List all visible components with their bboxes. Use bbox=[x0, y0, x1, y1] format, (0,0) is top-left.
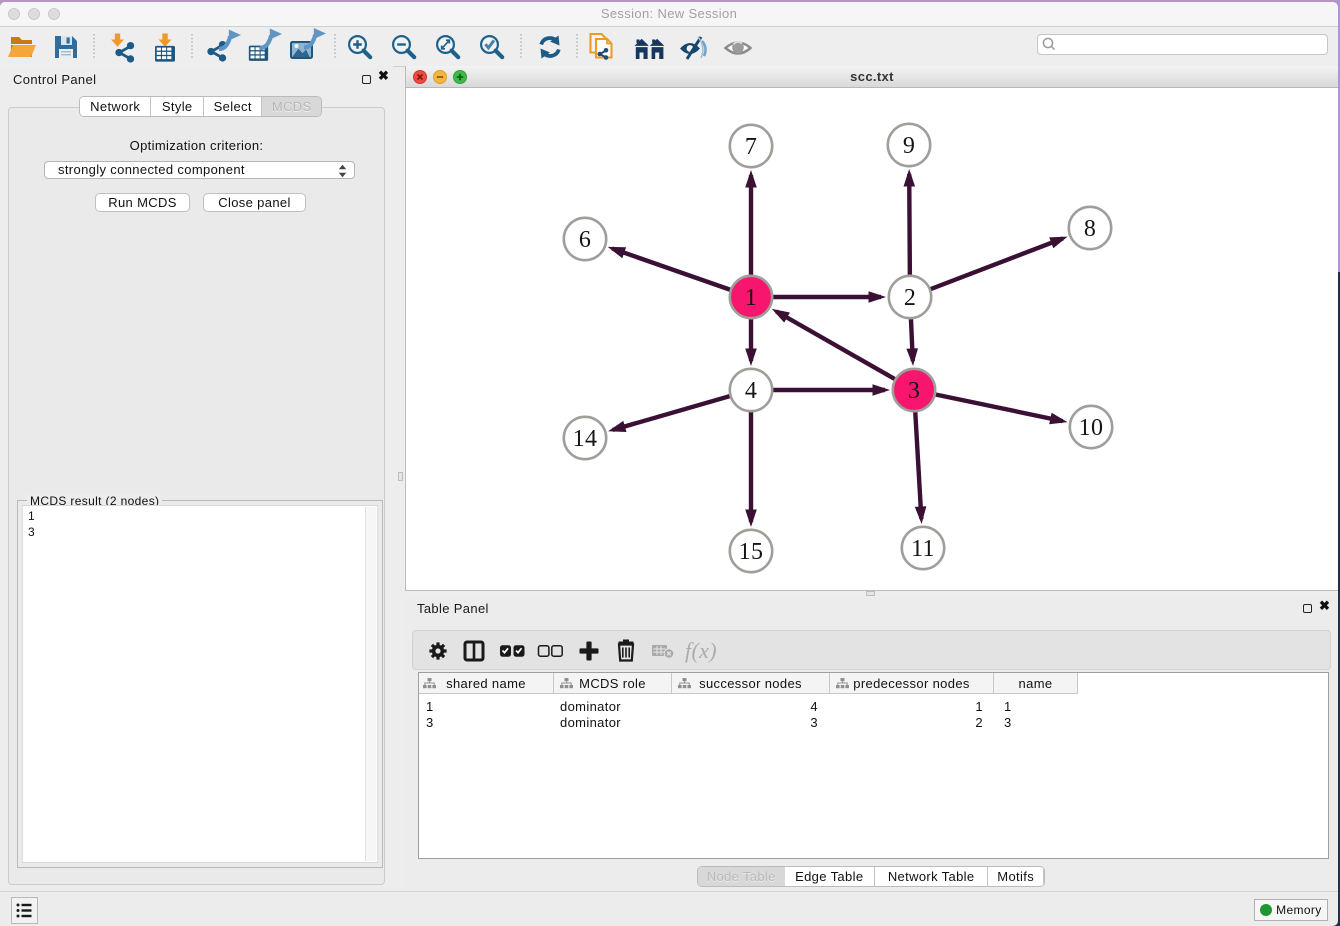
svg-text:14: 14 bbox=[573, 426, 598, 452]
svg-text:1: 1 bbox=[745, 285, 757, 311]
svg-text:9: 9 bbox=[903, 133, 915, 159]
svg-text:10: 10 bbox=[1079, 415, 1104, 441]
svg-text:8: 8 bbox=[1084, 216, 1096, 242]
svg-text:4: 4 bbox=[745, 378, 757, 404]
svg-text:f(x): f(x) bbox=[685, 638, 717, 663]
svg-text:2: 2 bbox=[904, 285, 916, 311]
svg-text:11: 11 bbox=[911, 536, 935, 562]
svg-text:7: 7 bbox=[745, 134, 757, 160]
svg-text:3: 3 bbox=[908, 378, 920, 404]
svg-text:6: 6 bbox=[579, 227, 591, 253]
svg-text:15: 15 bbox=[739, 539, 764, 565]
